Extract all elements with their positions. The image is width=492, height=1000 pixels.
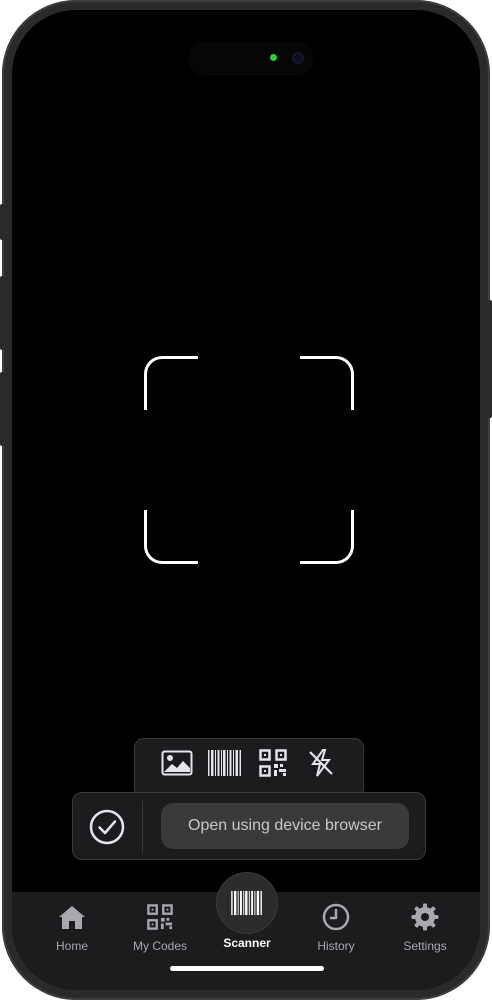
tab-label-scanner: Scanner — [223, 936, 271, 950]
tab-bar: Home My Codes Scanner History Settings — [12, 872, 480, 990]
tab-label: Settings — [403, 939, 447, 953]
open-in-browser-button[interactable]: Open using device browser — [161, 803, 409, 849]
photo-library-button[interactable] — [159, 745, 195, 781]
viewfinder-corner-bottom-right — [300, 510, 354, 564]
qr-code-icon — [147, 904, 173, 930]
viewfinder-corner-top-right — [300, 356, 354, 410]
flash-off-icon — [309, 749, 333, 777]
flash-toggle-button[interactable] — [303, 745, 339, 781]
tab-settings[interactable]: Settings — [385, 902, 465, 956]
viewfinder-corner-bottom-left — [144, 510, 198, 564]
tab-label: My Codes — [132, 939, 188, 953]
barcode-mode-button[interactable] — [207, 745, 243, 781]
tab-label: Home — [55, 939, 88, 953]
scan-result-bar: Open using device browser — [72, 792, 426, 860]
dynamic-island — [188, 42, 314, 76]
gear-icon — [411, 903, 439, 931]
camera-preview[interactable] — [12, 90, 480, 730]
confirm-button[interactable] — [87, 807, 127, 847]
tab-my-codes[interactable]: My Codes — [120, 902, 200, 956]
clock-icon — [322, 903, 350, 931]
checkmark-circle-icon — [89, 809, 125, 845]
volume-down-button — [0, 372, 4, 446]
viewfinder-corner-top-left — [144, 356, 198, 410]
scanner-tools — [134, 738, 364, 798]
tab-history[interactable]: History — [296, 902, 376, 956]
barcode-icon — [231, 890, 262, 916]
tab-scanner[interactable] — [216, 872, 278, 934]
divider — [142, 801, 143, 853]
qr-mode-button[interactable] — [255, 745, 291, 781]
camera-indicator-icon — [270, 54, 277, 61]
barcode-icon — [208, 750, 241, 776]
screen: Open using device browser Home My Codes … — [12, 10, 480, 990]
photo-icon — [161, 750, 193, 776]
phone-frame: Open using device browser Home My Codes … — [0, 0, 492, 1000]
volume-up-button — [0, 276, 4, 350]
qr-code-icon — [259, 749, 287, 777]
tab-home[interactable]: Home — [32, 902, 112, 956]
tab-label: History — [317, 939, 355, 953]
action-button — [0, 204, 4, 240]
power-button — [488, 300, 492, 418]
home-indicator[interactable] — [170, 966, 324, 971]
front-camera-icon — [292, 52, 304, 64]
house-icon — [59, 906, 85, 929]
